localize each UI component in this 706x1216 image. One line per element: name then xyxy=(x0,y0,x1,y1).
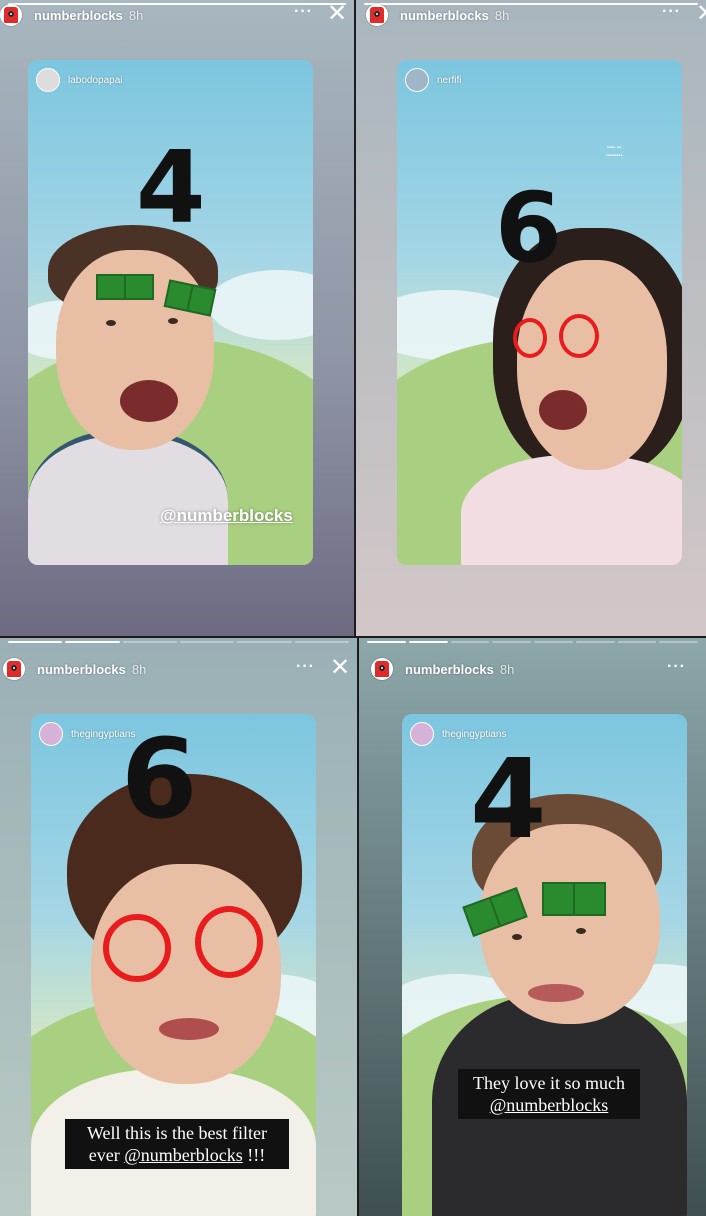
caption-line: Well this is the best filter xyxy=(86,1123,268,1143)
story-header: numberblocks 8h xyxy=(356,0,706,30)
progress-bar xyxy=(367,641,698,644)
child-shirt xyxy=(461,455,682,565)
child-mouth xyxy=(159,1018,219,1040)
repost-header: labodopapai xyxy=(36,68,123,92)
account-name[interactable]: numberblocks xyxy=(400,8,489,23)
filter-eye-ring-left xyxy=(103,914,171,982)
reposted-story-card[interactable]: nerfifi ▪▪▪▪ ▪▪ ▪▪▪▪▪▪▪▪ 6 xyxy=(397,60,682,565)
reposted-story-card[interactable]: thegingyptians 6 Well this is the best f… xyxy=(31,714,316,1216)
filter-eye-ring-left xyxy=(513,318,547,358)
caption-sticker: Well this is the best filter ever @numbe… xyxy=(65,1119,289,1169)
account-name[interactable]: numberblocks xyxy=(34,8,123,23)
filter-eyebrow-right xyxy=(542,882,606,916)
filter-eye-ring-right xyxy=(559,314,599,358)
child-mouth xyxy=(539,390,587,430)
reposted-story-card[interactable]: thegingyptians 4 They love it so much @n… xyxy=(402,714,687,1216)
story-panel[interactable]: numberblocks 8h ··· ✕ nerfifi ▪▪▪▪ ▪▪▪▪▪… xyxy=(356,0,706,636)
tiny-sticker-text: ▪▪▪▪ ▪▪ ▪▪▪▪▪▪▪▪ xyxy=(605,145,623,159)
filter-number: 6 xyxy=(495,172,562,284)
caption-text: ever xyxy=(88,1145,125,1165)
close-icon[interactable]: ✕ xyxy=(327,2,347,26)
numberblocks-avatar-icon[interactable] xyxy=(371,658,393,680)
repost-header: nerfifi xyxy=(405,68,461,92)
post-time: 8h xyxy=(128,7,144,23)
caption-line: They love it so much xyxy=(473,1073,625,1093)
story-panel[interactable]: numberblocks 8h ··· ✕ labodopapai 4 @num… xyxy=(0,0,354,636)
mention-sticker[interactable]: @numberblocks xyxy=(160,506,293,526)
child-mouth xyxy=(528,984,584,1002)
story-panel[interactable]: numberblocks 8h ··· thegingyptians 4 The… xyxy=(359,638,706,1216)
account-name[interactable]: numberblocks xyxy=(405,662,494,677)
repost-avatar[interactable] xyxy=(405,68,429,92)
repost-avatar[interactable] xyxy=(39,722,63,746)
account-name[interactable]: numberblocks xyxy=(37,662,126,677)
story-header: numberblocks 8h xyxy=(359,654,706,684)
filter-eye-ring-right xyxy=(195,906,263,978)
filter-number: 6 xyxy=(121,715,198,843)
caption-sticker: They love it so much @numberblocks xyxy=(458,1069,640,1119)
repost-avatar[interactable] xyxy=(36,68,60,92)
post-time: 8h xyxy=(494,7,510,23)
filter-eyebrow-left xyxy=(96,274,154,300)
story-panel[interactable]: numberblocks 8h ··· ✕ thegingyptians 6 W… xyxy=(0,638,357,1216)
numberblocks-avatar-icon[interactable] xyxy=(3,658,25,680)
more-options-icon[interactable]: ··· xyxy=(294,3,313,21)
child-face xyxy=(517,260,667,470)
progress-bar xyxy=(8,641,349,644)
more-options-icon[interactable]: ··· xyxy=(296,658,315,676)
post-time: 8h xyxy=(131,661,147,677)
numberblocks-avatar-icon[interactable] xyxy=(366,4,388,26)
more-options-icon[interactable]: ··· xyxy=(667,658,686,676)
caption-text: !!! xyxy=(242,1145,266,1165)
child-shirt xyxy=(28,430,228,565)
close-icon[interactable]: ✕ xyxy=(696,2,706,26)
filter-number: 4 xyxy=(136,129,206,246)
child-mouth xyxy=(120,380,178,422)
caption-mention[interactable]: @numberblocks xyxy=(490,1095,609,1115)
close-icon[interactable]: ✕ xyxy=(330,656,350,680)
post-time: 8h xyxy=(499,661,515,677)
filter-number: 4 xyxy=(470,735,547,863)
repost-avatar[interactable] xyxy=(410,722,434,746)
caption-mention[interactable]: @numberblocks xyxy=(124,1145,243,1165)
reposted-story-card[interactable]: labodopapai 4 @numberblocks xyxy=(28,60,313,565)
more-options-icon[interactable]: ··· xyxy=(662,3,681,21)
numberblocks-avatar-icon[interactable] xyxy=(0,4,22,26)
repost-username[interactable]: labodopapai xyxy=(68,75,123,86)
repost-username[interactable]: nerfifi xyxy=(437,75,461,86)
